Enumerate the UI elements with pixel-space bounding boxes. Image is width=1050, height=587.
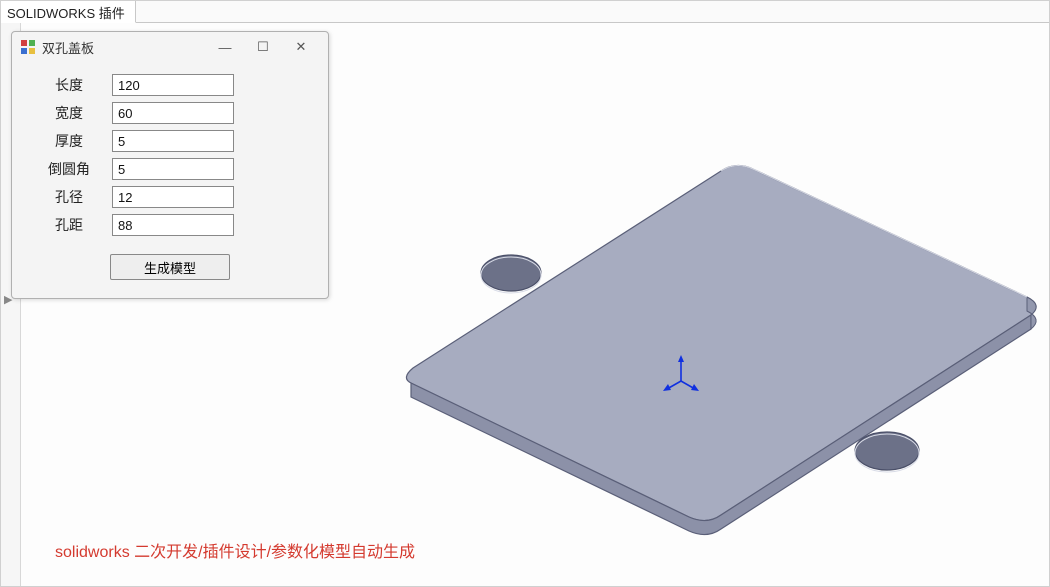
field-label: 孔距 <box>26 215 112 235</box>
hole-diameter-input[interactable] <box>112 186 234 208</box>
tab-strip: SOLIDWORKS 插件 <box>1 1 1049 23</box>
dialog-titlebar[interactable]: 双孔盖板 — ☐ ✕ <box>12 32 328 62</box>
tab-solidworks-plugin[interactable]: SOLIDWORKS 插件 <box>1 1 136 23</box>
minimize-button[interactable]: — <box>206 34 244 60</box>
field-label: 厚度 <box>26 131 112 151</box>
field-fillet: 倒圆角 <box>26 158 314 180</box>
watermark-caption: solidworks 二次开发/插件设计/参数化模型自动生成 <box>55 538 415 562</box>
field-length: 长度 <box>26 74 314 96</box>
dialog-body: 长度 宽度 厚度 倒圆角 孔径 孔距 <box>12 62 328 298</box>
origin-triad-icon <box>661 353 701 393</box>
app-root: SOLIDWORKS 插件 ▶ ▾ ▾ ▾ ▾ <box>0 0 1050 587</box>
field-hole-dia: 孔径 <box>26 186 314 208</box>
thickness-input[interactable] <box>112 130 234 152</box>
width-input[interactable] <box>112 102 234 124</box>
close-button[interactable]: ✕ <box>282 34 320 60</box>
field-label: 倒圆角 <box>26 159 112 179</box>
dialog-title-text: 双孔盖板 <box>42 38 94 57</box>
field-label: 长度 <box>26 75 112 95</box>
field-width: 宽度 <box>26 102 314 124</box>
maximize-button[interactable]: ☐ <box>244 34 282 60</box>
hole-distance-input[interactable] <box>112 214 234 236</box>
dialog-double-hole-cover: 双孔盖板 — ☐ ✕ 长度 宽度 厚度 倒圆角 孔径 <box>11 31 329 299</box>
field-hole-dist: 孔距 <box>26 214 314 236</box>
model-plate <box>321 103 1049 586</box>
generate-model-button[interactable]: 生成模型 <box>110 254 230 280</box>
field-thickness: 厚度 <box>26 130 314 152</box>
app-icon <box>20 39 36 55</box>
length-input[interactable] <box>112 74 234 96</box>
field-label: 孔径 <box>26 187 112 207</box>
field-label: 宽度 <box>26 103 112 123</box>
fillet-input[interactable] <box>112 158 234 180</box>
